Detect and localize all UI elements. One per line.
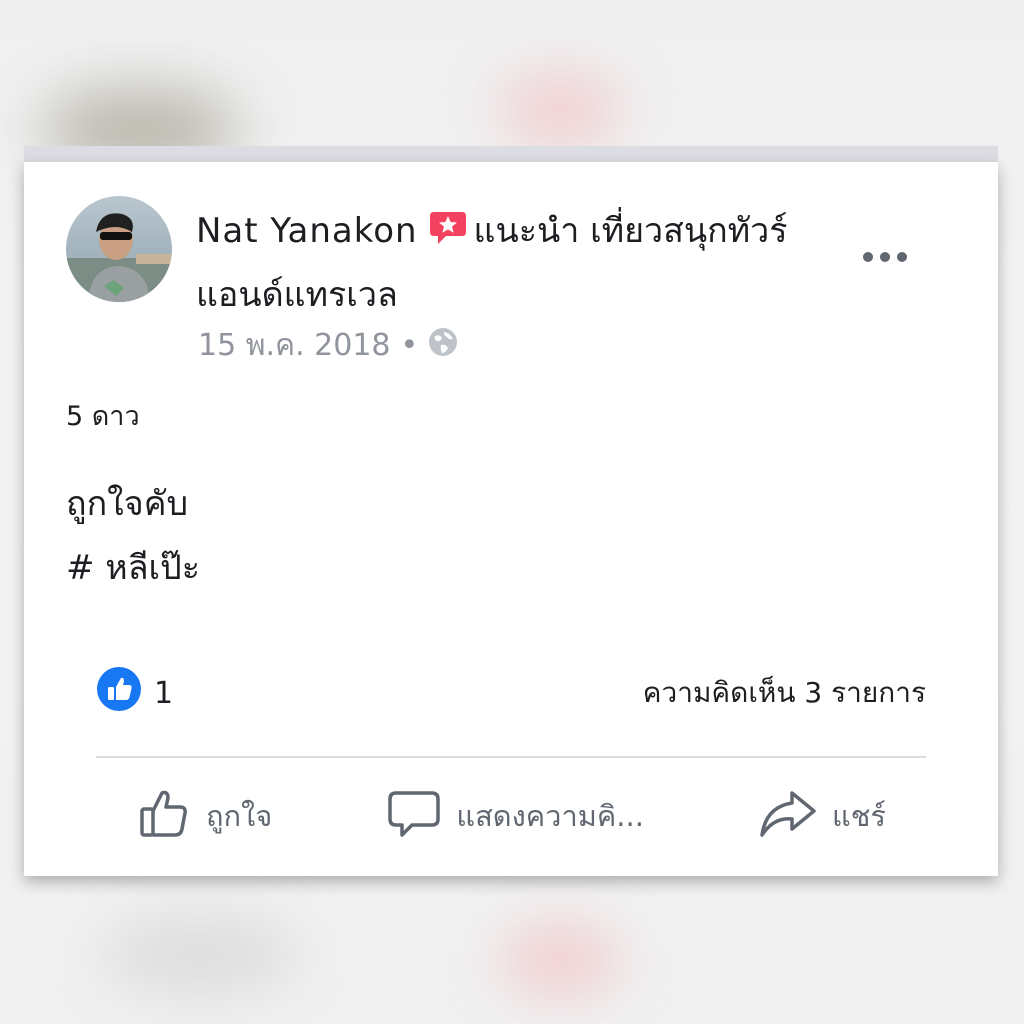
post-body-line: ถูกใจคับ: [66, 484, 189, 524]
thumbs-up-icon: [96, 666, 142, 720]
like-count: 1: [154, 675, 174, 711]
share-arrow-icon: [758, 785, 818, 848]
like-button-label: ถูกใจ: [206, 799, 273, 833]
comment-bubble-icon: [386, 785, 442, 848]
like-reactions[interactable]: 1: [96, 666, 173, 720]
post-meta: 15 พ.ค. 2018 •: [198, 322, 458, 369]
comment-button-label: แสดงความคิ...: [456, 799, 644, 833]
page-name[interactable]: แอนด์แทรเวล: [196, 275, 398, 315]
reaction-stats: 1 ความคิดเห็น 3 รายการ: [96, 666, 926, 720]
comment-button[interactable]: แสดงความคิ...: [346, 785, 684, 848]
comments-count[interactable]: ความคิดเห็น 3 รายการ: [643, 671, 926, 715]
recommend-text: แนะนำ เที่ยวสนุกทัวร์: [473, 211, 788, 251]
recommend-star-icon: [428, 208, 468, 266]
post-date[interactable]: 15 พ.ค. 2018: [198, 322, 391, 369]
more-options-icon[interactable]: [862, 232, 908, 272]
post-header-title: Nat Yanakon แนะนำ เที่ยวสนุกทัวร์ แอนด์แท…: [196, 202, 836, 324]
thumbs-up-outline-icon: [136, 785, 192, 848]
share-button-label: แชร์: [832, 799, 886, 833]
background-blur: [100, 920, 300, 990]
share-button[interactable]: แชร์: [718, 785, 926, 848]
meta-separator: •: [400, 328, 419, 363]
avatar[interactable]: [66, 196, 172, 302]
action-bar: ถูกใจ แสดงความคิ... แชร์: [96, 778, 926, 854]
background-blur: [500, 930, 620, 990]
post-hashtag[interactable]: # หลีเป๊ะ: [66, 536, 200, 600]
like-button[interactable]: ถูกใจ: [96, 785, 312, 848]
post-body: ถูกใจคับ # หลีเป๊ะ: [66, 472, 200, 600]
globe-icon: [428, 327, 458, 365]
author-name[interactable]: Nat Yanakon: [196, 211, 418, 251]
card-top-strip: [24, 146, 998, 162]
background-blur: [500, 80, 620, 140]
divider: [96, 756, 926, 758]
review-post-card: Nat Yanakon แนะนำ เที่ยวสนุกทัวร์ แอนด์แท…: [24, 162, 998, 876]
review-rating: 5 ดาว: [66, 401, 140, 432]
